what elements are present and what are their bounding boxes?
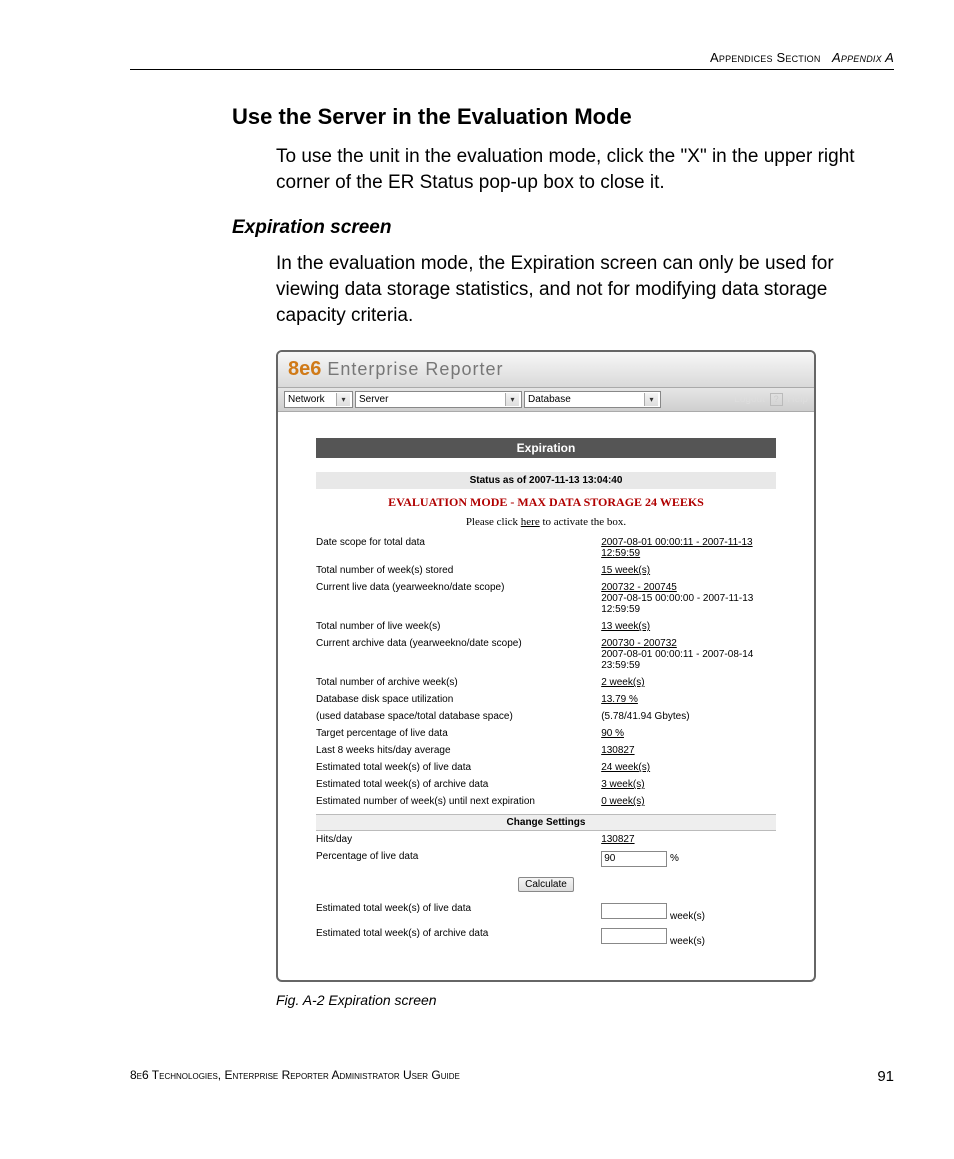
row-label: Last 8 weeks hits/day average <box>316 742 601 759</box>
server-select[interactable]: Server ▾ <box>355 391 522 408</box>
panel-title: Expiration <box>316 438 776 458</box>
row-value: 200732 - 2007452007-08-15 00:00:00 - 200… <box>601 579 776 618</box>
activate-line: Please click here to activate the box. <box>316 516 776 534</box>
row-label: Target percentage of live data <box>316 725 601 742</box>
dropdown-arrow-icon: ▾ <box>336 393 350 406</box>
pct-unit: % <box>670 853 679 864</box>
est-live-input[interactable] <box>601 903 667 919</box>
brand-name: Enterprise Reporter <box>327 359 503 379</box>
app-titlebar: 8e6 Enterprise Reporter <box>278 352 814 388</box>
para-2: In the evaluation mode, the Expiration s… <box>276 251 894 328</box>
page-title: Use the Server in the Evaluation Mode <box>232 104 894 130</box>
logout-link[interactable]: Logout <box>734 394 765 405</box>
dropdown-arrow-icon: ▾ <box>505 393 519 406</box>
pct-label: Percentage of live data <box>316 851 601 867</box>
row-label: Estimated total week(s) of archive data <box>316 776 601 793</box>
row-value: 13.79 % <box>601 691 776 708</box>
para-1: To use the unit in the evaluation mode, … <box>276 144 894 195</box>
status-bar: Status as of 2007-11-13 13:04:40 <box>316 472 776 489</box>
activate-post: to activate the box. <box>540 516 626 528</box>
server-select-label: Server <box>359 394 388 405</box>
activate-link[interactable]: here <box>521 516 540 528</box>
database-select-label: Database <box>528 394 571 405</box>
eval-mode-warning: EVALUATION MODE - MAX DATA STORAGE 24 WE… <box>316 489 776 516</box>
row-label: Current live data (yearweekno/date scope… <box>316 579 601 618</box>
footer-text: 8e6 Technologies, Enterprise Reporter Ad… <box>130 1068 877 1085</box>
help-link[interactable]: Help <box>787 394 808 405</box>
row-label: Total number of week(s) stored <box>316 562 601 579</box>
row-label: Estimated total week(s) of live data <box>316 759 601 776</box>
row-label: (used database space/total database spac… <box>316 708 601 725</box>
est-arch-label: Estimated total week(s) of archive data <box>316 928 601 947</box>
figure-caption: Fig. A-2 Expiration screen <box>276 992 894 1008</box>
dropdown-arrow-icon: ▾ <box>644 393 658 406</box>
network-select-label: Network <box>288 394 325 405</box>
menu-bar: Network ▾ Server ▾ Database ▾ Logout ? H… <box>278 388 814 412</box>
row-value: 15 week(s) <box>601 562 776 579</box>
screenshot: 8e6 Enterprise Reporter Network ▾ Server… <box>276 350 816 982</box>
change-settings-header: Change Settings <box>316 814 776 831</box>
row-label: Total number of live week(s) <box>316 618 601 635</box>
header-rule <box>130 69 894 70</box>
row-value: 2 week(s) <box>601 674 776 691</box>
row-value: 90 % <box>601 725 776 742</box>
header-appendix: Appendix A <box>832 50 894 65</box>
pct-input[interactable]: 90 <box>601 851 667 867</box>
row-value: 2007-08-01 00:00:11 - 2007-11-13 12:59:5… <box>601 534 776 562</box>
row-value: 24 week(s) <box>601 759 776 776</box>
subhead: Expiration screen <box>232 217 894 239</box>
hits-value: 130827 <box>601 834 634 845</box>
help-icon[interactable]: ? <box>770 393 783 406</box>
row-value: 0 week(s) <box>601 793 776 810</box>
row-label: Estimated number of week(s) until next e… <box>316 793 601 810</box>
network-select[interactable]: Network ▾ <box>284 391 353 408</box>
est-live-label: Estimated total week(s) of live data <box>316 903 601 922</box>
header-section: Appendices Section <box>710 50 821 65</box>
row-value: 130827 <box>601 742 776 759</box>
hits-label: Hits/day <box>316 834 601 845</box>
calculate-button[interactable]: Calculate <box>518 877 574 892</box>
brand-prefix: 8e6 <box>288 358 321 380</box>
database-select[interactable]: Database ▾ <box>524 391 661 408</box>
weeks-unit-2: week(s) <box>670 936 705 947</box>
row-label: Total number of archive week(s) <box>316 674 601 691</box>
est-arch-input[interactable] <box>601 928 667 944</box>
weeks-unit-1: week(s) <box>670 911 705 922</box>
activate-pre: Please click <box>466 516 521 528</box>
row-label: Current archive data (yearweekno/date sc… <box>316 635 601 674</box>
row-value: 13 week(s) <box>601 618 776 635</box>
data-table: Date scope for total data2007-08-01 00:0… <box>316 534 776 810</box>
row-value: 200730 - 2007322007-08-01 00:00:11 - 200… <box>601 635 776 674</box>
row-label: Date scope for total data <box>316 534 601 562</box>
page-number: 91 <box>877 1068 894 1085</box>
row-value: (5.78/41.94 Gbytes) <box>601 708 776 725</box>
row-value: 3 week(s) <box>601 776 776 793</box>
row-label: Database disk space utilization <box>316 691 601 708</box>
